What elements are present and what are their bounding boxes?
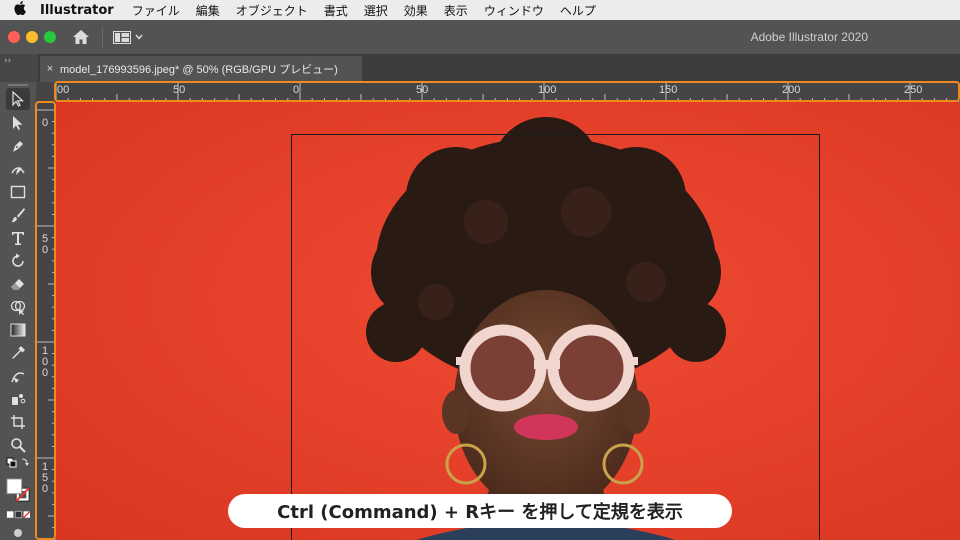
rotate-icon (12, 253, 24, 267)
window-controls (8, 31, 56, 43)
ruler-h-label: 50 (416, 84, 429, 96)
direct-selection-arrow-icon (13, 116, 23, 130)
app-title: Adobe Illustrator 2020 (750, 30, 868, 44)
ruler-v-label: 50 (41, 233, 49, 256)
menu-help[interactable]: ヘルプ (560, 2, 596, 19)
ruler-v-label: 100 (41, 345, 49, 379)
close-tab-icon[interactable]: × (40, 63, 60, 75)
pen-icon (13, 141, 23, 152)
close-window-button[interactable] (8, 31, 20, 43)
minimize-window-button[interactable] (26, 31, 38, 43)
artboard-boundary[interactable] (291, 134, 820, 540)
selection-arrow-icon (12, 91, 25, 107)
chevron-down-icon (135, 34, 143, 40)
blend-icon (11, 372, 25, 383)
swap-fill-stroke-icon (6, 457, 29, 468)
drawing-mode-button[interactable] (6, 525, 30, 539)
home-button[interactable] (70, 26, 92, 48)
shape-builder-tool[interactable] (6, 296, 30, 318)
default-fill-stroke-toggle[interactable] (6, 456, 30, 472)
symbol-sprayer-tool[interactable] (6, 388, 30, 410)
ruler-h-label: 50 (173, 84, 186, 96)
document-tab[interactable]: × model_176993596.jpeg* @ 50% (RGB/GPU プ… (40, 56, 362, 82)
ruler-h-label: 150 (659, 84, 678, 96)
menu-type[interactable]: 書式 (324, 2, 348, 19)
menu-edit[interactable]: 編集 (196, 2, 220, 19)
apple-icon[interactable] (0, 1, 40, 19)
menu-select[interactable]: 選択 (364, 2, 388, 19)
blend-tool[interactable] (6, 365, 30, 387)
color-mode-icon (6, 510, 30, 519)
zoom-window-button[interactable] (44, 31, 56, 43)
fill-stroke-swatches[interactable] (6, 475, 30, 505)
eraser-tool[interactable] (6, 273, 30, 295)
menu-file[interactable]: ファイル (132, 2, 180, 19)
drawing-mode-icon (14, 529, 22, 537)
workspace-layout-icon (113, 30, 131, 44)
document-tab-title: model_176993596.jpeg* @ 50% (RGB/GPU プレビ… (60, 64, 338, 76)
menu-window[interactable]: ウィンドウ (484, 2, 544, 19)
ruler-h-label: 250 (904, 84, 923, 96)
selection-tool[interactable] (6, 88, 30, 110)
color-mode-buttons[interactable] (6, 508, 30, 522)
symbol-sprayer-icon (12, 394, 26, 405)
vertical-ruler[interactable]: 0 50 100 150 (36, 102, 56, 540)
gradient-icon (10, 323, 26, 337)
menu-bar: Illustrator ファイル 編集 オブジェクト 書式 選択 効果 表示 ウ… (0, 0, 960, 20)
curvature-pen-icon (11, 167, 25, 175)
home-icon (73, 30, 89, 44)
type-tool[interactable] (6, 227, 30, 249)
tutorial-caption: Ctrl (Command) + Rキー を押して定規を表示 (228, 494, 732, 528)
ruler-v-label: 150 (41, 461, 49, 495)
ruler-h-label: 0 (293, 84, 300, 96)
paintbrush-tool[interactable] (6, 204, 30, 226)
rotate-tool[interactable] (6, 250, 30, 272)
ruler-v-label: 0 (41, 117, 49, 129)
menu-object[interactable]: オブジェクト (236, 2, 308, 19)
horizontal-ruler-ticks (56, 82, 960, 102)
curvature-tool[interactable] (6, 158, 30, 180)
app-menu-name[interactable]: Illustrator (40, 3, 114, 18)
panel-grip[interactable] (8, 84, 28, 86)
panel-collapse-toggle[interactable]: ›› (0, 54, 38, 82)
artboard-tool[interactable] (6, 411, 30, 433)
window-title-bar: Adobe Illustrator 2020 (0, 20, 960, 54)
eyedropper-icon (12, 346, 25, 359)
workspace-switcher-button[interactable] (113, 30, 143, 44)
horizontal-ruler[interactable]: 00 50 0 50 100 150 200 250 (56, 82, 960, 102)
rectangle-tool[interactable] (6, 181, 30, 203)
zoom-icon (11, 438, 26, 453)
ruler-h-label: 200 (782, 84, 801, 96)
menu-effect[interactable]: 効果 (404, 2, 428, 19)
zoom-tool[interactable] (6, 434, 30, 456)
direct-selection-tool[interactable] (6, 112, 30, 134)
document-canvas[interactable] (56, 102, 960, 540)
type-icon (12, 232, 24, 245)
eyedropper-tool[interactable] (6, 342, 30, 364)
eraser-icon (11, 279, 24, 290)
gradient-tool[interactable] (6, 319, 30, 341)
paintbrush-icon (11, 208, 25, 223)
ruler-origin[interactable] (36, 82, 56, 102)
tools-panel (0, 82, 36, 540)
document-tab-bar: ›› × model_176993596.jpeg* @ 50% (RGB/GP… (0, 54, 960, 82)
artboard-icon (11, 415, 25, 429)
pen-tool[interactable] (6, 135, 30, 157)
title-separator (102, 27, 103, 47)
menu-view[interactable]: 表示 (444, 2, 468, 19)
ruler-h-label: 100 (538, 84, 557, 96)
ruler-h-label: 00 (57, 84, 70, 96)
shape-builder-icon (10, 300, 26, 315)
fill-stroke-icon (6, 478, 30, 502)
rectangle-icon (10, 185, 26, 199)
